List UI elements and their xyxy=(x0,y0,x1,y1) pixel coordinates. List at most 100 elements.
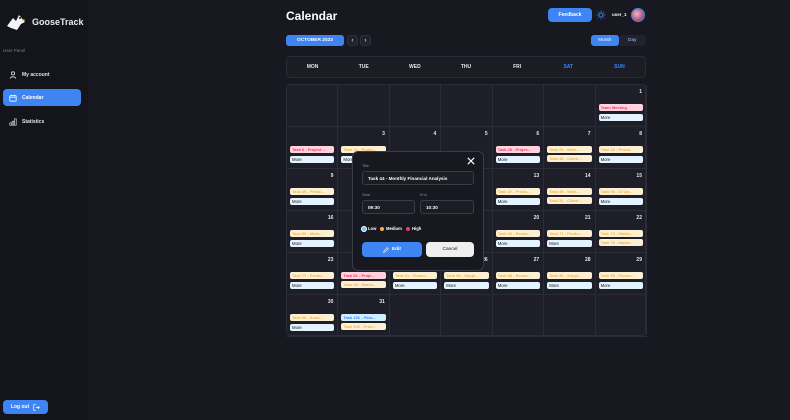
calendar-day-cell[interactable] xyxy=(544,295,596,337)
more-button[interactable]: More xyxy=(290,282,335,289)
more-button[interactable]: More xyxy=(547,240,592,247)
tab-month[interactable]: Month xyxy=(591,35,619,46)
calendar-day-cell[interactable] xyxy=(595,295,647,337)
calendar-day-cell[interactable]: 20 Task 66 - Resea... More xyxy=(492,211,545,253)
more-button[interactable]: More xyxy=(598,282,643,289)
task-chip[interactable]: Team Meeting xyxy=(598,104,643,111)
logo[interactable]: GooseTrack xyxy=(5,12,84,32)
calendar-day-cell[interactable] xyxy=(338,85,390,127)
task-chip[interactable]: Task 6 - Project ... xyxy=(290,146,335,153)
more-button[interactable]: More xyxy=(598,114,643,121)
task-chip[interactable]: Task 32 - Produ... xyxy=(598,146,643,153)
task-chip[interactable]: Task 49 - Mark... xyxy=(547,188,592,195)
calendar-day-cell[interactable]: 8 Task 32 - Produ... More xyxy=(595,127,647,169)
task-chip[interactable]: Task 29 - Mark... xyxy=(547,146,592,153)
calendar-day-cell[interactable] xyxy=(544,85,596,127)
task-chip[interactable]: Task 88 - Resea... xyxy=(495,272,541,279)
task-chip[interactable]: Task 101 - Fina... xyxy=(341,314,386,321)
sidebar-item-calendar[interactable]: Calendar xyxy=(3,89,81,106)
day-number: 9 xyxy=(330,173,334,179)
calendar-day-cell[interactable]: 22 Task 73 - Marke... Task 76 - Marke... xyxy=(595,211,647,253)
more-button[interactable]: More xyxy=(598,198,643,205)
cancel-button[interactable]: Cancel xyxy=(426,242,474,257)
calendar-day-cell[interactable]: 31 Task 101 - Fina... Task 102 - Prod... xyxy=(338,295,390,337)
day-number: 4 xyxy=(433,131,437,137)
calendar-day-cell[interactable]: 30 Task 99 - Acad... More xyxy=(287,295,339,337)
task-chip[interactable]: Task 73 - Marke... xyxy=(598,230,643,237)
title-label: Title xyxy=(362,164,370,168)
more-button[interactable]: More xyxy=(495,240,541,247)
logout-button[interactable]: Log out xyxy=(3,400,48,414)
calendar-day-cell[interactable]: 14 Task 49 - Mark... Task 51 - Client ... xyxy=(544,169,596,211)
priority-high-radio[interactable]: High xyxy=(406,226,421,231)
next-month-button[interactable]: › xyxy=(360,35,371,46)
task-chip[interactable]: Task 99 - Acad... xyxy=(290,314,335,321)
calendar-day-cell[interactable]: 13 Task 47 - Produ... More xyxy=(492,169,545,211)
task-chip[interactable]: Task 95 - Financ... xyxy=(598,272,643,279)
title-field[interactable]: Task 44 - Monthly Financial Analysis xyxy=(362,171,474,185)
task-chip[interactable]: Task 55 - Mark... xyxy=(290,230,335,237)
priority-medium-radio[interactable]: Medium xyxy=(380,226,402,231)
calendar-day-cell[interactable]: 28 Task 90 - Suppl... More xyxy=(544,253,596,295)
sidebar-item-my-account[interactable]: My account xyxy=(3,66,81,83)
feedback-button[interactable]: Feedback xyxy=(548,8,592,22)
calendar-day-cell[interactable]: 6 Task 26 - Projec... More xyxy=(492,127,545,169)
prev-month-button[interactable]: ‹ xyxy=(347,35,358,46)
calendar-day-cell[interactable] xyxy=(389,85,442,127)
task-chip[interactable]: Task 26 - Projec... xyxy=(495,146,541,153)
task-chip[interactable]: Task 81 - Proje... xyxy=(341,272,386,279)
more-button[interactable]: More xyxy=(598,156,643,163)
task-chip[interactable]: Task 53 - UI Up... xyxy=(598,188,643,195)
more-button[interactable]: More xyxy=(495,198,541,205)
task-chip[interactable]: Task 85 - Marke... xyxy=(341,281,386,288)
task-chip[interactable]: Task 102 - Prod... xyxy=(341,323,386,330)
task-chip[interactable]: Task 76 - Marke... xyxy=(598,239,643,246)
more-button[interactable]: More xyxy=(290,240,335,247)
calendar-day-cell[interactable]: 21 Task 71 - Produ... More xyxy=(544,211,596,253)
more-button[interactable]: More xyxy=(495,282,541,289)
task-chip[interactable]: Task 35 - Produ... xyxy=(290,188,335,195)
sun-icon[interactable] xyxy=(596,10,606,20)
priority-low-radio[interactable]: Low xyxy=(362,226,376,231)
calendar-day-cell[interactable]: 9 Task 35 - Produ... More xyxy=(287,169,339,211)
task-chip[interactable]: Task 66 - Resea... xyxy=(495,230,541,237)
more-button[interactable]: More xyxy=(290,156,335,163)
task-chip[interactable]: Task 47 - Produ... xyxy=(495,188,541,195)
calendar-day-cell[interactable]: 16 Task 55 - Mark... More xyxy=(287,211,339,253)
start-time-field[interactable]: 09:30 xyxy=(362,200,415,214)
calendar-day-cell[interactable] xyxy=(389,295,442,337)
task-chip[interactable]: Task 51 - Client ... xyxy=(547,197,592,204)
avatar[interactable] xyxy=(631,8,645,22)
calendar-day-cell[interactable] xyxy=(492,295,545,337)
more-button[interactable]: More xyxy=(392,282,438,289)
task-chip[interactable]: Task 61 - Financ... xyxy=(392,272,438,279)
close-icon[interactable] xyxy=(467,157,475,165)
calendar-day-cell[interactable]: 23 Task 77 - Produ... More xyxy=(287,253,339,295)
more-button[interactable]: More xyxy=(290,198,335,205)
calendar-day-cell[interactable]: 1 Team Meeting More xyxy=(595,85,647,127)
calendar-day-cell[interactable]: 27 Task 88 - Resea... More xyxy=(492,253,545,295)
more-button[interactable]: More xyxy=(290,324,335,331)
calendar-day-cell[interactable] xyxy=(492,85,545,127)
task-chip[interactable]: Task 86 - Suppl... xyxy=(444,272,489,279)
calendar-day-cell[interactable]: 15 Task 53 - UI Up... More xyxy=(595,169,647,211)
sidebar-item-statistics[interactable]: Statistics xyxy=(3,113,81,130)
calendar-day-cell[interactable]: Task 6 - Project ... More xyxy=(287,127,339,169)
task-chip[interactable]: Task 30 - Client ... xyxy=(547,155,592,162)
edit-button[interactable]: Edit xyxy=(362,242,422,257)
calendar-day-cell[interactable] xyxy=(287,85,339,127)
calendar-day-cell[interactable]: 29 Task 95 - Financ... More xyxy=(595,253,647,295)
calendar-day-cell[interactable] xyxy=(441,295,493,337)
day-number: 6 xyxy=(536,131,540,137)
more-button[interactable]: More xyxy=(495,156,541,163)
more-button[interactable]: More xyxy=(444,282,489,289)
more-button[interactable]: More xyxy=(547,282,592,289)
calendar-day-cell[interactable]: 7 Task 29 - Mark... Task 30 - Client ... xyxy=(544,127,596,169)
task-chip[interactable]: Task 77 - Produ... xyxy=(290,272,335,279)
calendar-day-cell[interactable] xyxy=(441,85,493,127)
task-chip[interactable]: Task 90 - Suppl... xyxy=(547,272,592,279)
current-month-button[interactable]: OCTOBER 2023 xyxy=(286,35,344,46)
tab-day[interactable]: Day xyxy=(618,35,646,46)
end-time-field[interactable]: 10:30 xyxy=(420,200,474,214)
task-chip[interactable]: Task 71 - Produ... xyxy=(547,230,592,237)
